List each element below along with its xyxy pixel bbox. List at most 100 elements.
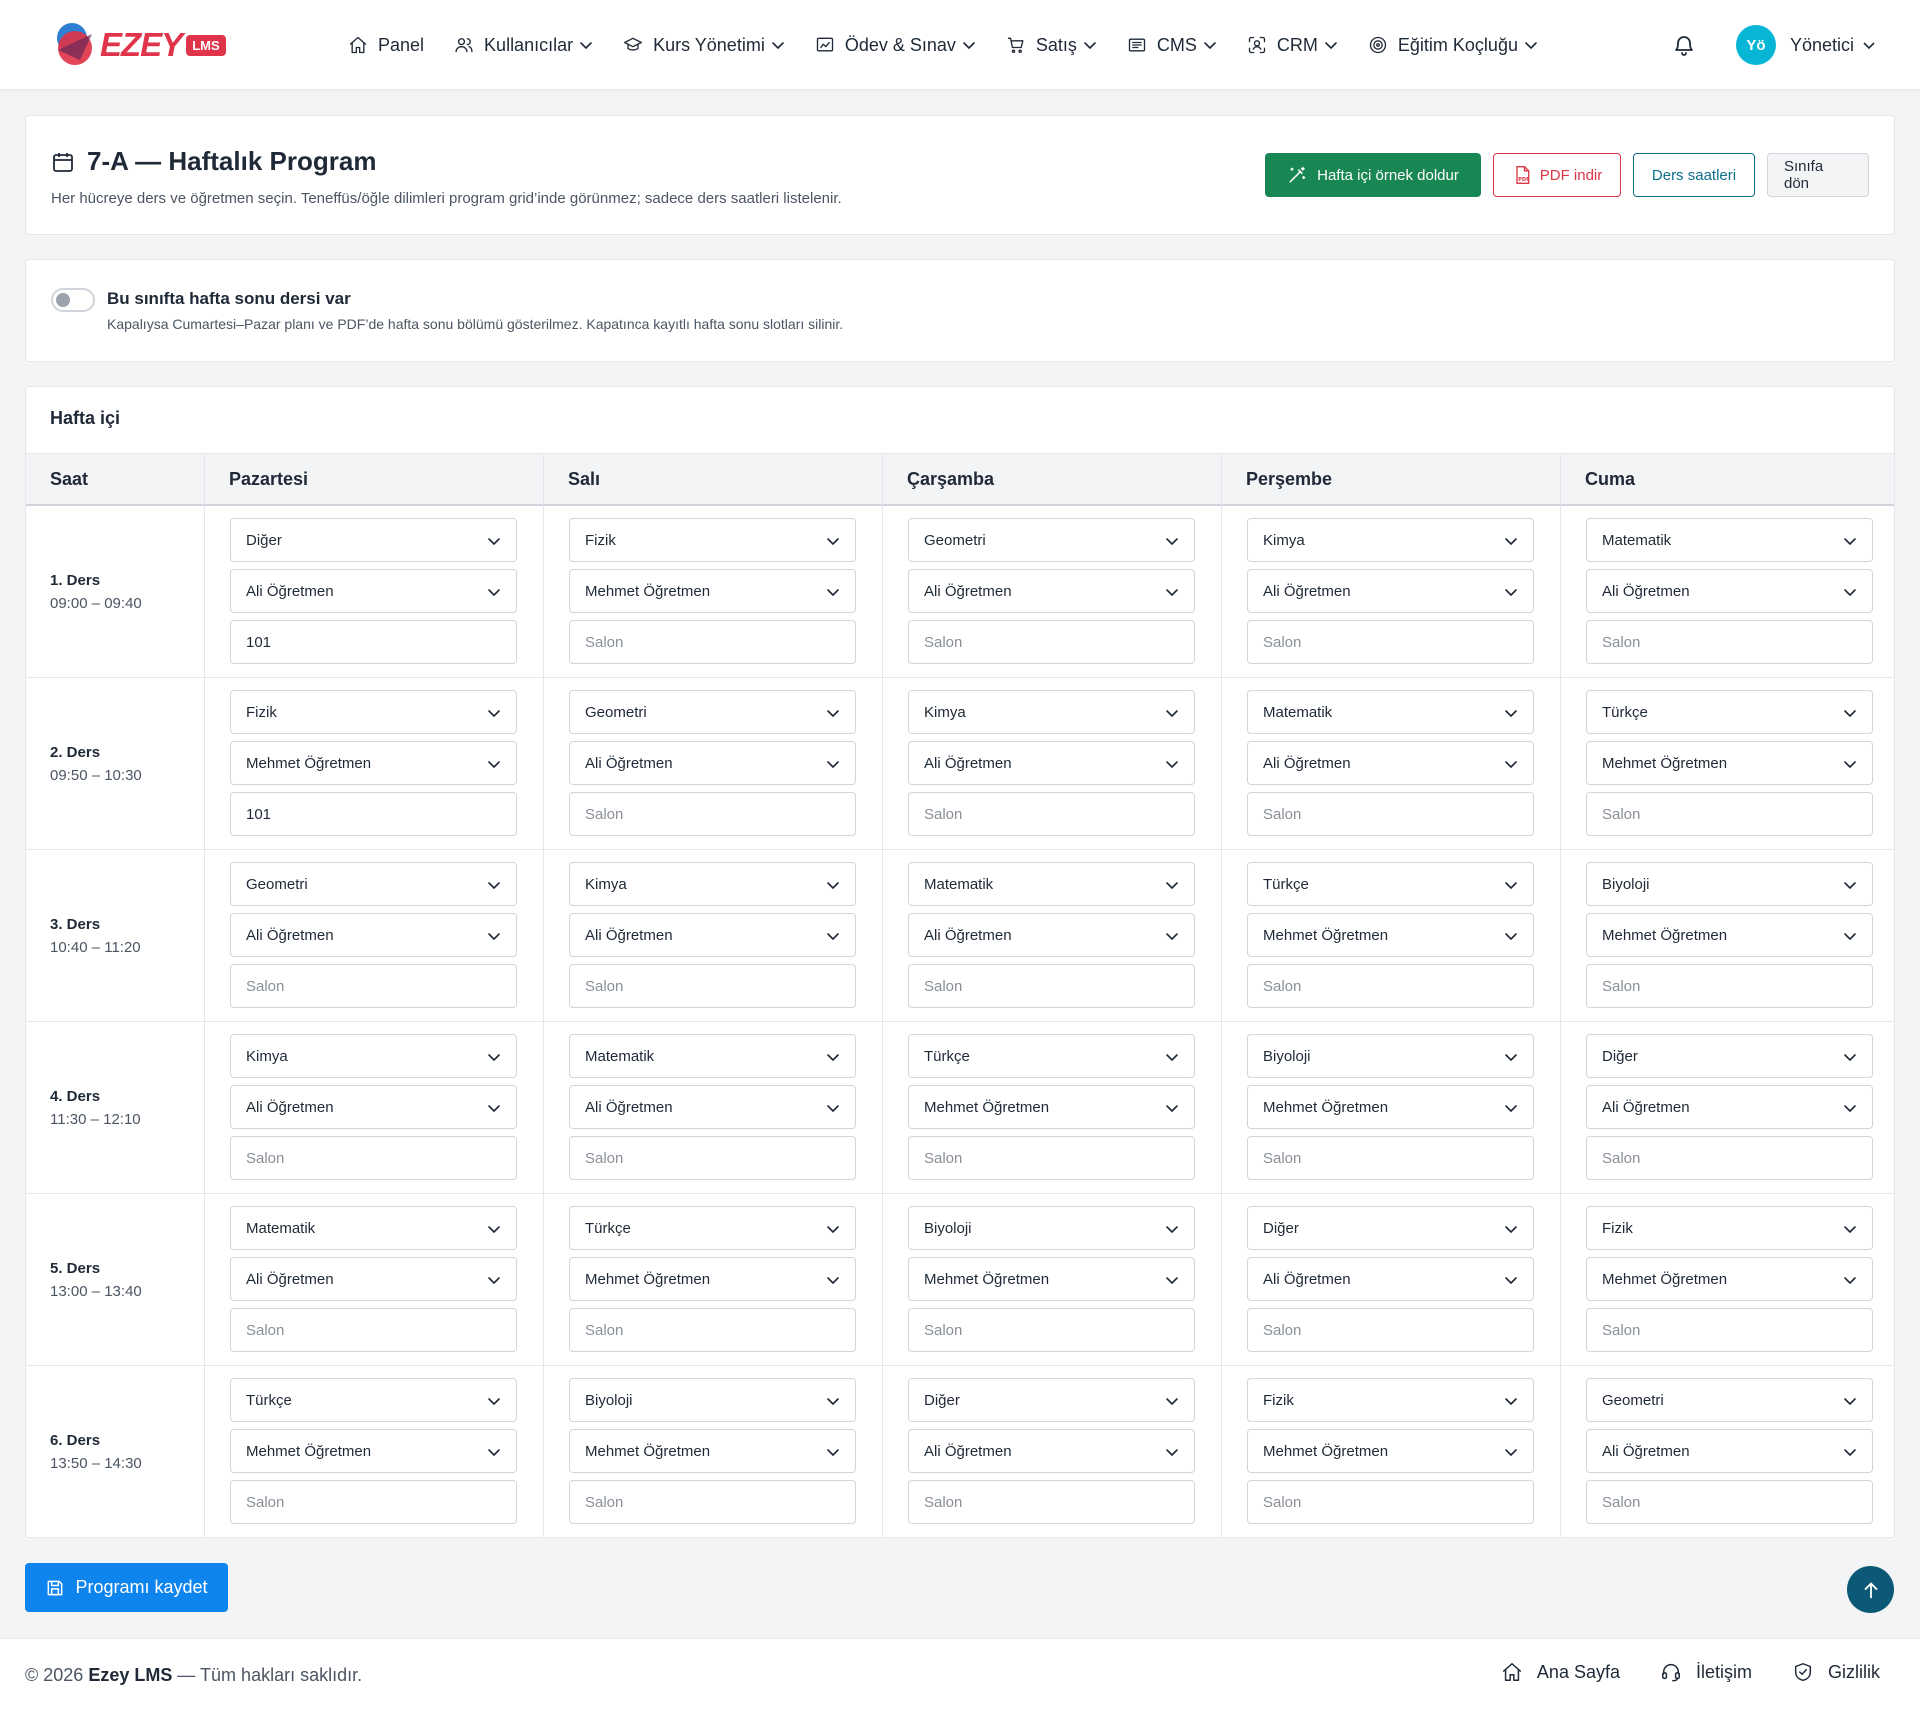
teacher-select[interactable]: Ali Öğretmen — [908, 569, 1195, 613]
subject-select[interactable]: Diğer — [230, 518, 517, 562]
brand-logo[interactable]: EZEY LMS — [50, 18, 226, 72]
subject-select[interactable]: Geometri — [569, 690, 856, 734]
subject-select[interactable]: Matematik — [569, 1034, 856, 1078]
subject-select[interactable]: Biyoloji — [1247, 1034, 1534, 1078]
room-input[interactable]: Salon — [908, 1136, 1195, 1180]
room-input[interactable]: Salon — [230, 1136, 517, 1180]
subject-select[interactable]: Kimya — [1247, 518, 1534, 562]
room-input[interactable]: Salon — [569, 792, 856, 836]
room-input[interactable]: Salon — [908, 1308, 1195, 1352]
subject-select[interactable]: Fizik — [1247, 1378, 1534, 1422]
subject-select[interactable]: Matematik — [1586, 518, 1873, 562]
teacher-select[interactable]: Ali Öğretmen — [1247, 741, 1534, 785]
footer-link-gizlilik[interactable]: Gizlilik — [1792, 1661, 1880, 1683]
teacher-select[interactable]: Mehmet Öğretmen — [230, 741, 517, 785]
teacher-select[interactable]: Ali Öğretmen — [230, 1257, 517, 1301]
room-input[interactable]: Salon — [1586, 620, 1873, 664]
lesson-hours-button[interactable]: Ders saatleri — [1633, 153, 1755, 197]
subject-select[interactable]: Diğer — [1247, 1206, 1534, 1250]
subject-select[interactable]: Kimya — [908, 690, 1195, 734]
fill-sample-button[interactable]: Hafta içi örnek doldur — [1265, 153, 1481, 197]
room-input[interactable]: Salon — [569, 1480, 856, 1524]
subject-select[interactable]: Türkçe — [230, 1378, 517, 1422]
subject-select[interactable]: Diğer — [1586, 1034, 1873, 1078]
room-input[interactable]: Salon — [569, 1136, 856, 1180]
bell-icon[interactable] — [1672, 33, 1696, 57]
subject-select[interactable]: Kimya — [569, 862, 856, 906]
subject-select[interactable]: Matematik — [1247, 690, 1534, 734]
teacher-select[interactable]: Ali Öğretmen — [908, 741, 1195, 785]
room-input[interactable]: Salon — [1586, 1480, 1873, 1524]
subject-select[interactable]: Türkçe — [569, 1206, 856, 1250]
room-input[interactable]: Salon — [230, 1308, 517, 1352]
room-input[interactable]: Salon — [1247, 1136, 1534, 1180]
teacher-select[interactable]: Ali Öğretmen — [1247, 1257, 1534, 1301]
room-input[interactable]: Salon — [1247, 1480, 1534, 1524]
save-program-button[interactable]: Programı kaydet — [25, 1563, 228, 1612]
room-input[interactable]: Salon — [1586, 964, 1873, 1008]
user-menu[interactable]: Yö Yönetici — [1736, 25, 1876, 65]
teacher-select[interactable]: Ali Öğretmen — [1586, 569, 1873, 613]
room-input[interactable]: Salon — [1247, 964, 1534, 1008]
room-input[interactable]: Salon — [908, 964, 1195, 1008]
subject-select[interactable]: Biyoloji — [1586, 862, 1873, 906]
room-input[interactable]: Salon — [908, 792, 1195, 836]
subject-select[interactable]: Fizik — [230, 690, 517, 734]
teacher-select[interactable]: Ali Öğretmen — [908, 913, 1195, 957]
nav-item-cms[interactable]: CMS — [1127, 35, 1217, 56]
weekend-toggle[interactable] — [51, 288, 95, 312]
nav-item-kurs-yonetimi[interactable]: Kurs Yönetimi — [623, 35, 785, 56]
room-input[interactable]: 101 — [230, 620, 517, 664]
teacher-select[interactable]: Mehmet Öğretmen — [908, 1085, 1195, 1129]
teacher-select[interactable]: Ali Öğretmen — [569, 741, 856, 785]
room-input[interactable]: Salon — [1586, 1308, 1873, 1352]
teacher-select[interactable]: Mehmet Öğretmen — [1586, 741, 1873, 785]
teacher-select[interactable]: Mehmet Öğretmen — [1586, 1257, 1873, 1301]
subject-select[interactable]: Matematik — [908, 862, 1195, 906]
teacher-select[interactable]: Mehmet Öğretmen — [1586, 913, 1873, 957]
teacher-select[interactable]: Mehmet Öğretmen — [569, 569, 856, 613]
subject-select[interactable]: Türkçe — [908, 1034, 1195, 1078]
subject-select[interactable]: Biyoloji — [908, 1206, 1195, 1250]
teacher-select[interactable]: Mehmet Öğretmen — [1247, 1429, 1534, 1473]
room-input[interactable]: Salon — [569, 1308, 856, 1352]
teacher-select[interactable]: Ali Öğretmen — [1586, 1085, 1873, 1129]
teacher-select[interactable]: Mehmet Öğretmen — [908, 1257, 1195, 1301]
subject-select[interactable]: Türkçe — [1247, 862, 1534, 906]
subject-select[interactable]: Geometri — [908, 518, 1195, 562]
footer-link-i-letisim[interactable]: İletişim — [1660, 1661, 1752, 1683]
nav-item-odev-sinav[interactable]: Ödev & Sınav — [815, 35, 976, 56]
teacher-select[interactable]: Ali Öğretmen — [230, 1085, 517, 1129]
room-input[interactable]: Salon — [1586, 792, 1873, 836]
room-input[interactable]: Salon — [1247, 792, 1534, 836]
room-input[interactable]: Salon — [1247, 620, 1534, 664]
teacher-select[interactable]: Mehmet Öğretmen — [569, 1257, 856, 1301]
subject-select[interactable]: Biyoloji — [569, 1378, 856, 1422]
teacher-select[interactable]: Ali Öğretmen — [569, 1085, 856, 1129]
room-input[interactable]: Salon — [569, 620, 856, 664]
subject-select[interactable]: Diğer — [908, 1378, 1195, 1422]
nav-item-kullanicilar[interactable]: Kullanıcılar — [454, 35, 593, 56]
nav-item-satis[interactable]: Satış — [1006, 35, 1097, 56]
room-input[interactable]: Salon — [908, 1480, 1195, 1524]
subject-select[interactable]: Matematik — [230, 1206, 517, 1250]
teacher-select[interactable]: Ali Öğretmen — [1247, 569, 1534, 613]
room-input[interactable]: Salon — [908, 620, 1195, 664]
teacher-select[interactable]: Ali Öğretmen — [1586, 1429, 1873, 1473]
nav-item-crm[interactable]: CRM — [1247, 35, 1338, 56]
back-to-class-button[interactable]: Sınıfa dön — [1767, 153, 1869, 197]
subject-select[interactable]: Türkçe — [1586, 690, 1873, 734]
nav-item-egitim-koclugu[interactable]: Eğitim Koçluğu — [1368, 35, 1538, 56]
teacher-select[interactable]: Mehmet Öğretmen — [569, 1429, 856, 1473]
subject-select[interactable]: Geometri — [1586, 1378, 1873, 1422]
teacher-select[interactable]: Ali Öğretmen — [230, 913, 517, 957]
teacher-select[interactable]: Ali Öğretmen — [230, 569, 517, 613]
room-input[interactable]: Salon — [1586, 1136, 1873, 1180]
pdf-download-button[interactable]: PDF PDF indir — [1493, 153, 1621, 197]
subject-select[interactable]: Fizik — [569, 518, 856, 562]
teacher-select[interactable]: Ali Öğretmen — [569, 913, 856, 957]
nav-item-panel[interactable]: Panel — [348, 35, 424, 56]
room-input[interactable]: Salon — [230, 964, 517, 1008]
subject-select[interactable]: Kimya — [230, 1034, 517, 1078]
room-input[interactable]: Salon — [1247, 1308, 1534, 1352]
